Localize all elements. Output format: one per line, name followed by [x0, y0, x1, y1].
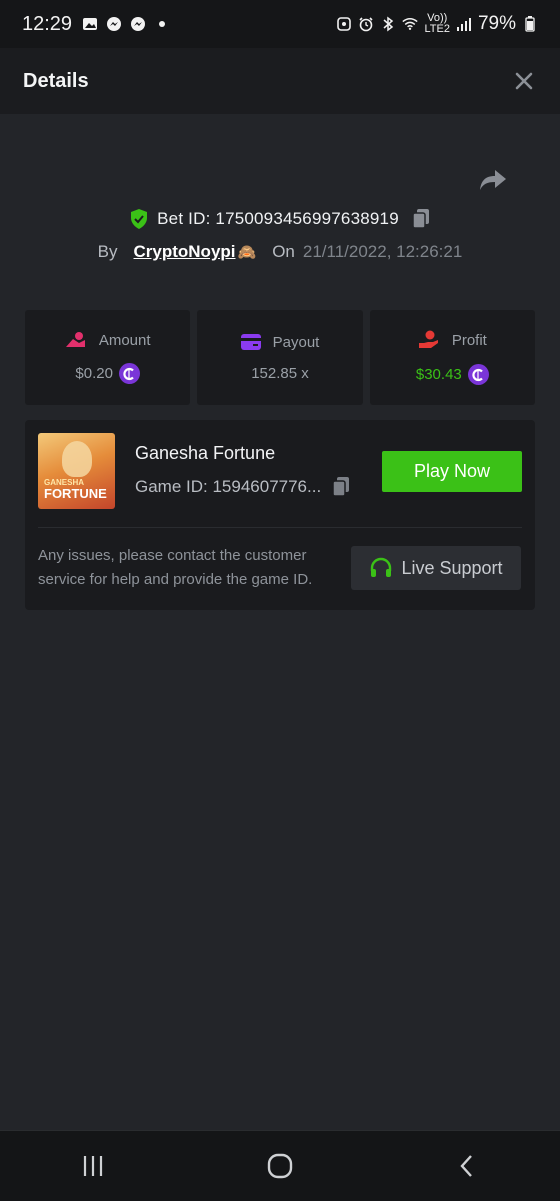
game-id: Game ID: 1594607776...: [135, 477, 322, 496]
game-name: Ganesha Fortune: [135, 443, 276, 463]
bluetooth-icon: [380, 16, 396, 32]
messenger-icon: [106, 16, 122, 32]
profit-label: Profit: [451, 331, 487, 349]
status-bar-right: Vo)) LTE2 79%: [336, 13, 538, 35]
copy-game-id-button[interactable]: [331, 476, 351, 498]
profit-value: $30.43: [415, 366, 462, 383]
on-label: On: [272, 242, 295, 261]
share-icon: [480, 170, 506, 190]
bet-meta-row: By CryptoNoypi 🙈 On 21/11/2022, 12:26:21: [0, 239, 560, 265]
recent-apps-button[interactable]: [63, 1141, 123, 1191]
notification-icons: [82, 16, 170, 32]
bet-datetime: 21/11/2022, 12:26:21: [302, 242, 463, 261]
back-icon: [460, 1155, 472, 1177]
payout-value: 152.85 x: [251, 364, 309, 382]
gallery-icon: [82, 16, 98, 32]
system-nav-bar: [0, 1130, 560, 1201]
thumbnail-title-bottom: FORTUNE: [44, 486, 107, 501]
profit-header: Profit: [418, 330, 487, 350]
status-bar: 12:29 Vo)) LTE2 79%: [0, 0, 560, 48]
recent-apps-icon: [84, 1156, 103, 1176]
dot-icon: [154, 16, 170, 32]
signal-icon: [456, 16, 472, 32]
copy-icon: [412, 209, 429, 229]
username-link[interactable]: CryptoNoypi: [134, 242, 236, 262]
payout-card: Payout 152.85 x: [197, 310, 363, 405]
verified-shield-icon: [131, 209, 148, 229]
profit-card: Profit $30.43: [369, 310, 535, 405]
payout-card-icon: [240, 334, 261, 350]
close-button[interactable]: [510, 67, 538, 95]
status-time: 12:29: [22, 12, 73, 35]
amount-value-row: $0.20: [75, 363, 140, 384]
username-emoji: 🙈: [237, 244, 257, 261]
amount-value: $0.20: [75, 365, 113, 382]
profit-value-row: $30.43: [416, 364, 489, 385]
amount-label: Amount: [98, 331, 151, 349]
coin-icon: [118, 363, 140, 384]
wifi-icon: [402, 16, 419, 32]
details-header: Details: [0, 48, 560, 114]
divider: [38, 527, 522, 528]
amount-card: Amount $0.20: [25, 310, 191, 405]
game-id-row: Game ID: 1594607776...: [135, 476, 351, 498]
messenger-icon: [130, 16, 146, 32]
bet-id-row: Bet ID: 1750093456997638919: [0, 204, 560, 234]
share-button[interactable]: [478, 168, 510, 194]
network-type: Vo)) LTE2: [424, 13, 449, 35]
payout-header: Payout: [240, 333, 320, 351]
back-button[interactable]: [437, 1141, 497, 1191]
coin-icon: [467, 364, 489, 385]
headset-icon: [371, 557, 392, 577]
copy-icon: [332, 477, 350, 497]
live-support-button[interactable]: Live Support: [351, 546, 521, 590]
support-message: Any issues, please contact the customer …: [38, 547, 313, 588]
home-button[interactable]: [250, 1141, 310, 1191]
page-title: Details: [23, 69, 89, 92]
play-now-button[interactable]: Play Now: [382, 451, 522, 492]
network-label-bottom: LTE2: [424, 23, 450, 35]
amount-header: Amount: [65, 331, 151, 349]
ganesha-figure: [62, 441, 92, 477]
game-card: GANESHA FORTUNE Ganesha Fortune Game ID:…: [25, 420, 535, 610]
game-thumbnail[interactable]: GANESHA FORTUNE: [38, 433, 115, 509]
bet-stats: Amount $0.20 Payout 152.85 x Profit $30.…: [25, 310, 535, 405]
copy-bet-id-button[interactable]: [411, 208, 431, 230]
battery-icon: [522, 16, 538, 32]
bet-id: Bet ID: 1750093456997638919: [157, 209, 399, 228]
payout-value-row: 152.85 x: [251, 365, 309, 382]
profit-hand-icon: [418, 330, 438, 348]
lock-icon: [336, 16, 352, 32]
status-bar-left: 12:29: [22, 13, 170, 36]
close-icon: [515, 72, 533, 90]
home-icon: [267, 1153, 293, 1179]
payout-label: Payout: [272, 333, 320, 351]
by-label: By: [97, 242, 118, 261]
alarm-icon: [358, 16, 374, 32]
battery-percent: 79%: [477, 13, 516, 34]
amount-icon: [65, 332, 85, 347]
live-support-label: Live Support: [401, 557, 503, 578]
